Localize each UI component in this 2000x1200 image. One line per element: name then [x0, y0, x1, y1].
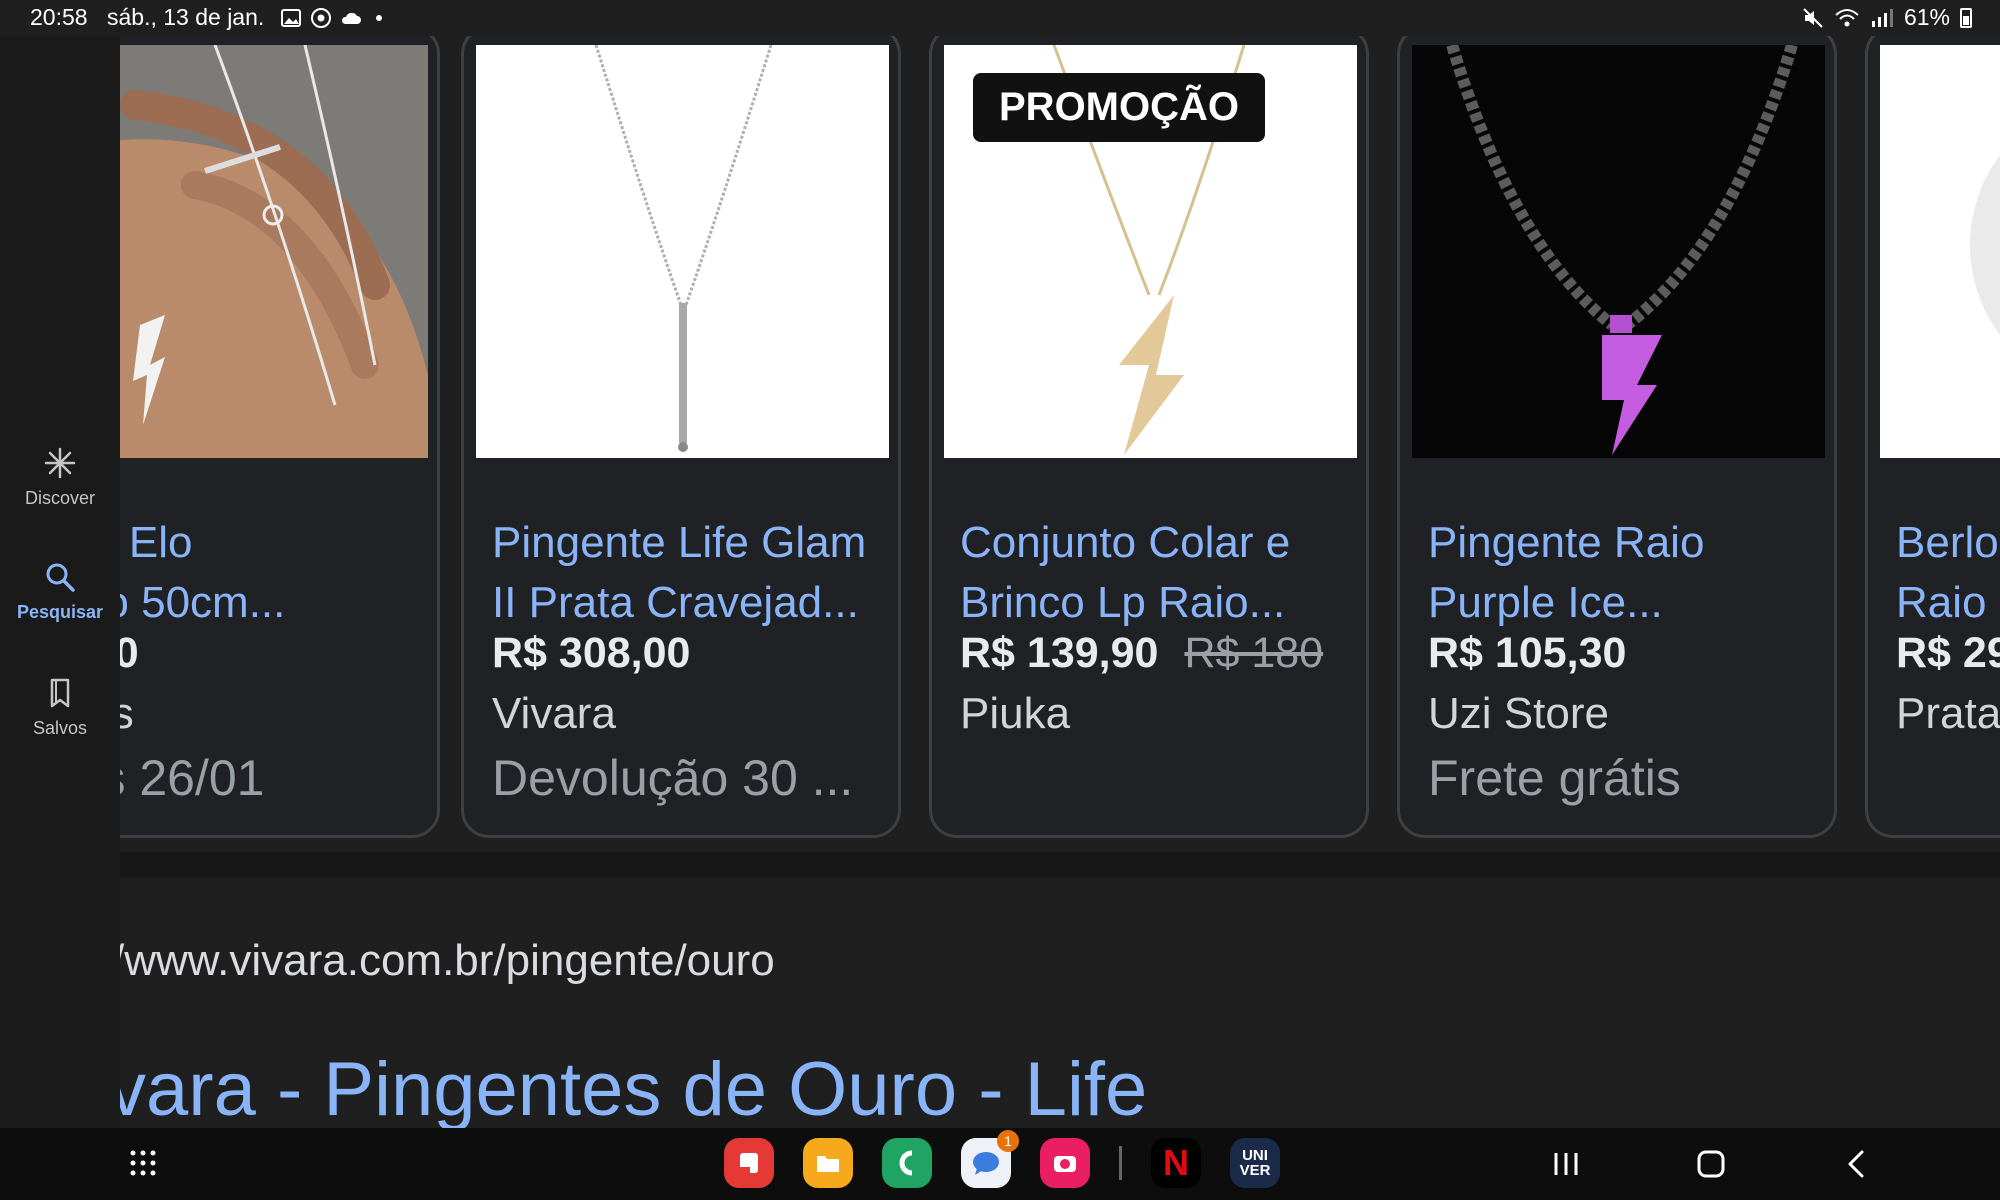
product-title-line: Brinco Lp Raio...: [960, 578, 1286, 627]
home-icon[interactable]: [1696, 1150, 1726, 1178]
product-title[interactable]: ente Elo eado 50cm...: [120, 513, 431, 633]
app-drawer-icon[interactable]: [128, 1148, 158, 1178]
product-price: 39,90: [120, 629, 139, 678]
univer-logo: UNI VER: [1239, 1147, 1271, 1179]
messages-app-icon[interactable]: 1: [961, 1130, 1019, 1188]
product-image-charm: [1880, 45, 2000, 458]
search-results: ente Elo eado 50cm... 39,90 Joias ratis …: [120, 36, 2000, 1128]
app-dock: 1 N UNI VER: [724, 1130, 1280, 1188]
product-title-line: Raio: [1896, 578, 1987, 627]
wifi-icon: [1835, 8, 1859, 26]
section-divider: [120, 852, 2000, 878]
product-store: Prata: [1896, 689, 2000, 738]
product-title[interactable]: Pingente Raio Purple Ice...: [1428, 513, 1828, 633]
product-store: Vivara: [492, 689, 616, 738]
status-time: 20:58: [30, 4, 88, 30]
asterisk-icon: [44, 447, 76, 479]
phone-app-icon[interactable]: [882, 1138, 932, 1188]
product-title-line: Conjunto Colar e: [960, 518, 1291, 567]
product-shipping: Frete grátis: [1428, 750, 1681, 806]
battery-icon: [1960, 7, 1972, 28]
system-navigation-bar: 1 N UNI VER: [0, 1128, 2000, 1200]
bookmark-icon: [50, 678, 70, 708]
rail-item-salvos[interactable]: Salvos: [0, 676, 120, 739]
product-title-line: Pingente Life Glam: [492, 518, 867, 567]
product-title[interactable]: Pingente Life Glam II Prata Cravejad...: [492, 513, 892, 633]
back-icon[interactable]: [1842, 1150, 1872, 1178]
product-title-line: Pingente Raio: [1428, 518, 1705, 567]
status-bar: 20:58 sáb., 13 de jan. 61%: [0, 0, 2000, 36]
product-card[interactable]: Berlo Raio R$ 29 Prata: [1865, 36, 2000, 838]
product-title[interactable]: Berlo Raio: [1896, 513, 2000, 633]
product-store: Uzi Store: [1428, 689, 1609, 738]
product-title-line: Berlo: [1896, 518, 1999, 567]
product-title-line: Purple Ice...: [1428, 578, 1663, 627]
files-app-icon[interactable]: [803, 1138, 853, 1188]
product-card[interactable]: Pingente Raio Purple Ice... R$ 105,30 Uz…: [1397, 36, 1837, 838]
notes-app-icon[interactable]: [724, 1138, 774, 1188]
result-title-link[interactable]: vara - Pingentes de Ouro - Life: [120, 1046, 1147, 1128]
gallery-icon: [281, 9, 301, 27]
product-image-gold-lightning: PROMOÇÃO: [944, 45, 1357, 458]
more-notifications-dot: [376, 15, 382, 21]
status-date: sáb., 13 de jan.: [107, 4, 265, 30]
product-image-purple-lightning: [1412, 45, 1825, 458]
camera-app-icon[interactable]: [1040, 1138, 1090, 1188]
product-card[interactable]: Pingente Life Glam II Prata Cravejad... …: [461, 36, 901, 838]
result-url[interactable]: /www.vivara.com.br/pingente/ouro: [120, 936, 775, 986]
product-shipping: Devolução 30 ...: [492, 750, 854, 806]
product-title-line: eado 50cm...: [120, 578, 286, 627]
mute-icon: [1803, 7, 1823, 28]
product-price: R$ 29: [1896, 629, 2000, 677]
netflix-app-icon[interactable]: N: [1151, 1138, 1201, 1188]
product-card[interactable]: ente Elo eado 50cm... 39,90 Joias ratis …: [120, 36, 440, 838]
notification-icons: [280, 6, 382, 30]
product-shipping: ratis 26/01: [120, 750, 265, 806]
navigation-rail: Discover Pesquisar Salvos: [0, 36, 120, 1128]
chrome-icon: [311, 8, 331, 28]
product-title-line: II Prata Cravejad...: [492, 578, 859, 627]
product-image-silver-necklace: [476, 45, 889, 458]
old-price: R$ 180: [1184, 629, 1324, 677]
dock-separator: [1119, 1146, 1122, 1180]
product-title-line: ente Elo: [120, 518, 193, 567]
product-card[interactable]: PROMOÇÃO Conjunto Colar e Brinco Lp Raio…: [929, 36, 1369, 838]
battery-percent: 61%: [1903, 4, 1950, 30]
product-image-hand-necklace: [120, 45, 428, 458]
rail-label-pesquisar: Pesquisar: [16, 602, 104, 622]
current-price: R$ 139,90: [960, 629, 1159, 677]
product-price: R$ 139,90 R$ 180: [960, 629, 1323, 678]
product-store: Piuka: [960, 689, 1071, 738]
search-icon: [46, 563, 75, 592]
rail-label-discover: Discover: [24, 488, 95, 508]
rail-item-discover[interactable]: Discover: [0, 446, 120, 509]
rail-item-pesquisar[interactable]: Pesquisar: [0, 560, 120, 623]
rail-label-salvos: Salvos: [32, 718, 88, 738]
recent-apps-icon[interactable]: [1551, 1150, 1581, 1178]
netflix-logo: N: [1163, 1142, 1189, 1183]
promo-badge: PROMOÇÃO: [973, 73, 1265, 142]
cloud-icon: [341, 12, 361, 24]
product-title[interactable]: Conjunto Colar e Brinco Lp Raio...: [960, 513, 1360, 633]
product-price: R$ 105,30: [1428, 629, 1627, 677]
product-store: Joias: [120, 689, 134, 739]
univer-app-icon[interactable]: UNI VER: [1230, 1138, 1280, 1188]
product-price: R$ 308,00: [492, 629, 691, 677]
status-right: 61%: [1802, 4, 1972, 31]
notification-badge: 1: [997, 1130, 1019, 1152]
signal-icon: [1871, 8, 1893, 27]
